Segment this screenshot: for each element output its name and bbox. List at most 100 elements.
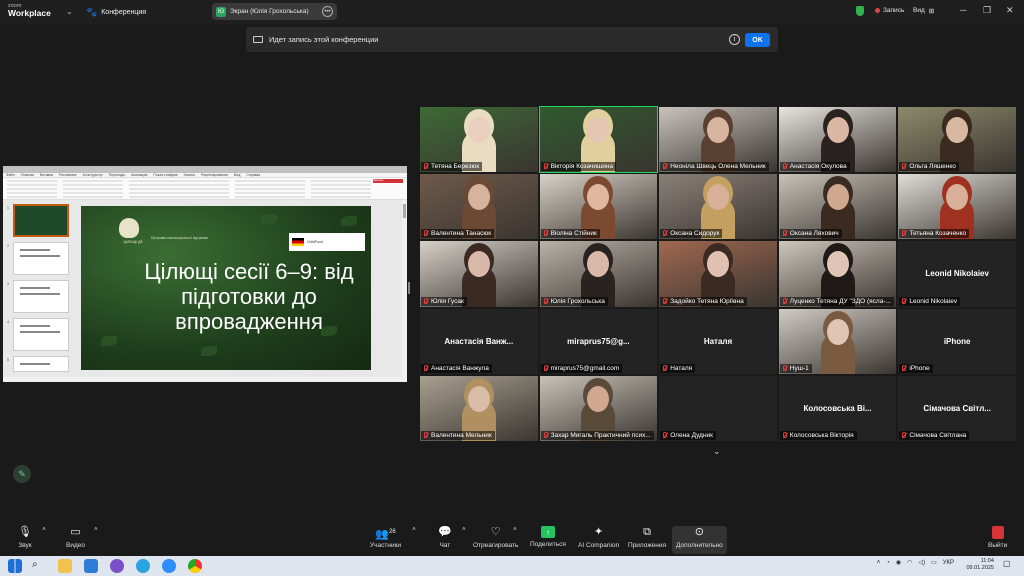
mail-icon[interactable] — [84, 559, 98, 573]
participant-face — [706, 184, 729, 211]
language-indicator[interactable]: УКР — [943, 560, 954, 566]
participant-tile[interactable]: Валентина Мельник — [419, 374, 539, 442]
record-label: Запись — [883, 7, 905, 14]
participant-tile[interactable]: Тетяна Березюк — [419, 106, 539, 174]
participant-tile[interactable]: Leonid Nikolaiev Leonid Nikolaiev — [897, 240, 1017, 308]
annotate-pen-icon[interactable]: ✎ — [13, 465, 31, 483]
viber-icon[interactable] — [110, 559, 124, 573]
participant-tile[interactable]: Задойко Тетяна Юріївна — [658, 240, 778, 308]
shared-screen[interactable]: Файл Главная Вставка Рисование Конструктор Пе… — [3, 166, 407, 382]
participant-name-label: Захар Мигаль Практичний псих... — [540, 430, 654, 440]
participant-tile[interactable]: Неоніла Швець Олена Мельник — [658, 106, 778, 174]
wifi-icon[interactable]: ◠ — [907, 559, 912, 566]
ai-companion-button[interactable]: ✦ AI Companion — [578, 526, 619, 554]
participant-name: Захар Мигаль Практичний псих... — [550, 431, 651, 439]
participant-tile[interactable]: Луценко Тетяна ДУ "ЗДО (ясла-... — [777, 240, 898, 308]
screen-share-pill[interactable]: Ю Экран (Юлія Грохольська) ••• — [212, 3, 337, 20]
participant-tile[interactable]: Валентина Танасюк — [419, 173, 539, 241]
chevron-down-icon[interactable]: ⌄ — [66, 7, 73, 16]
participant-tile[interactable]: Юлія Грохольська — [538, 240, 659, 308]
slide-subtitle: Програма психосоціальної підтримки — [151, 236, 208, 240]
chevron-up-icon[interactable]: ˄ — [412, 526, 416, 554]
zoom-taskbar-icon[interactable] — [162, 559, 176, 573]
video-button[interactable]: ▭ Видео — [66, 526, 85, 554]
windows-start-icon[interactable] — [8, 559, 22, 573]
info-icon[interactable]: i — [729, 34, 740, 45]
muted-mic-icon — [424, 297, 428, 304]
leave-icon — [991, 526, 1004, 539]
view-label: Вид — [913, 7, 925, 14]
participant-tile[interactable]: Анастасія Ванж... Анастасія Ванжула — [419, 307, 539, 375]
participant-tile[interactable]: Тетьяна Козаченко — [897, 173, 1017, 241]
participant-tile[interactable]: Сімачова Світл... Сімачова Світлана — [897, 374, 1017, 442]
participant-name: Тетяна Березюк — [431, 163, 480, 171]
participant-tile[interactable]: Наталя Наталя — [658, 307, 778, 375]
participant-face — [826, 184, 849, 211]
volume-icon[interactable]: ◁) — [918, 559, 925, 566]
participant-tile[interactable]: Олена Дудник — [658, 374, 778, 442]
participant-face — [706, 251, 729, 278]
participant-tile[interactable]: Ольга Ляшенко — [897, 106, 1017, 174]
restore-icon[interactable]: ❐ — [983, 5, 991, 16]
audio-button[interactable]: 🎙 Звук — [18, 526, 32, 554]
chevron-up-icon[interactable]: ˄ — [42, 526, 46, 554]
search-icon[interactable]: ⌕ — [32, 559, 46, 573]
tray-app-icon[interactable]: ◉ — [896, 559, 901, 566]
slide-thumbnail — [13, 356, 69, 372]
participant-name-label: miraprus75@gmail.com — [540, 363, 623, 373]
participant-tile[interactable]: Юлія Гусак — [419, 240, 539, 308]
participant-name: miraprus75@gmail.com — [550, 364, 620, 372]
camera-icon — [253, 36, 263, 43]
chrome-icon[interactable] — [188, 559, 202, 573]
share-button[interactable]: ↑ Поделиться — [530, 526, 566, 554]
slide-thumbnail — [13, 280, 69, 313]
minimize-icon[interactable]: ─ — [960, 5, 966, 15]
notifications-icon[interactable]: ▢ — [1003, 559, 1017, 573]
tray-app-icon[interactable]: ◔ — [886, 560, 890, 566]
participant-display-name: Сімачова Світл... — [923, 403, 991, 413]
security-shield-icon[interactable] — [856, 6, 864, 16]
participant-tile[interactable]: Захар Мигаль Практичний псих... — [538, 374, 659, 442]
participant-face — [467, 117, 490, 143]
participant-tile[interactable]: iPhone iPhone — [897, 307, 1017, 375]
ppt-menu-item: Переходы — [108, 173, 125, 177]
react-button[interactable]: ♡ Отреагировать — [473, 526, 518, 554]
battery-icon[interactable]: ▭ — [931, 559, 937, 566]
folder-icon[interactable] — [58, 559, 72, 573]
participant-tile[interactable]: Вікторія Козачишина — [538, 106, 659, 174]
participant-face — [587, 184, 610, 211]
split-resize-handle[interactable] — [408, 282, 410, 294]
tray-chevron-icon[interactable]: ˄ — [877, 560, 881, 566]
participant-tile[interactable]: Колосовська Ві... Колосовська Вікторія — [777, 374, 898, 442]
close-icon[interactable]: ✕ — [1006, 5, 1014, 16]
meeting-info-button[interactable]: 🐾 Конференция — [86, 7, 146, 18]
chevron-up-icon[interactable]: ˄ — [94, 526, 98, 554]
childfund-logo-text: ChildFund — [307, 240, 323, 244]
participant-tile[interactable]: Оксана Ляхович — [777, 173, 898, 241]
apps-button[interactable]: ⧉ Приложения — [628, 526, 666, 554]
thumb-number: 4 — [7, 320, 9, 324]
chat-icon: 💬 — [438, 526, 452, 538]
participant-tile[interactable]: miraprus75@g... miraprus75@gmail.com — [538, 307, 659, 375]
participant-tile[interactable]: Анастасія Окулова — [777, 106, 898, 174]
leave-button[interactable]: Выйти — [988, 526, 1007, 554]
participant-tile[interactable]: Нуш-1 — [777, 307, 898, 375]
more-button[interactable]: ⊙ Дополнительно — [672, 526, 727, 554]
participant-name: Анастасія Окулова — [789, 163, 847, 171]
participant-name-label: Анастасія Окулова — [779, 162, 850, 172]
view-button[interactable]: Вид ⊞ — [913, 7, 934, 15]
recording-indicator[interactable]: Запись — [875, 7, 904, 14]
chevron-down-icon[interactable]: ⌄ — [713, 446, 721, 457]
participants-button[interactable]: 👥26 Участники — [370, 526, 401, 554]
chat-button[interactable]: 💬 Чат — [438, 526, 452, 554]
chevron-up-icon[interactable]: ˄ — [462, 526, 466, 554]
more-options-icon[interactable]: ••• — [322, 6, 333, 17]
participant-tile[interactable]: Оксана Сидорук — [658, 173, 778, 241]
participant-display-name: iPhone — [943, 336, 971, 346]
chevron-up-icon[interactable]: ˄ — [513, 526, 517, 554]
telegram-icon[interactable] — [136, 559, 150, 573]
ok-button[interactable]: OK — [745, 33, 770, 47]
participant-tile[interactable]: Віоліна Стійник — [538, 173, 659, 241]
participant-name: Неоніла Швець Олена Мельник — [670, 163, 766, 171]
clock[interactable]: 11:04 09.01.2025 — [966, 558, 994, 572]
